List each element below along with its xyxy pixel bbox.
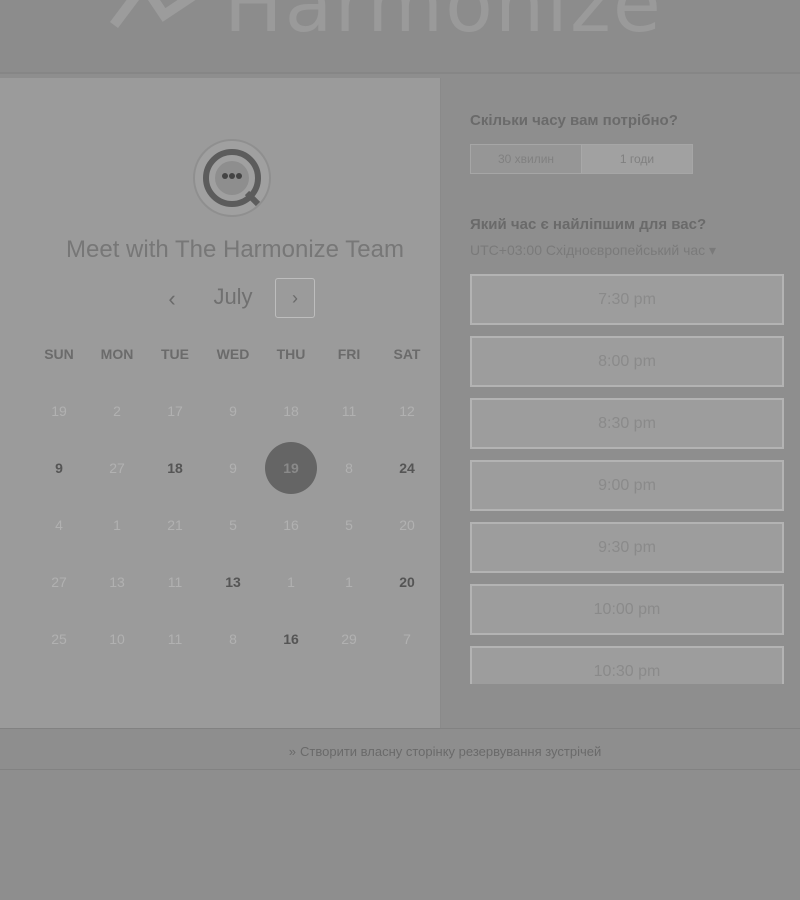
harmonize-logo-icon: [104, 0, 204, 35]
create-booking-page-link[interactable]: » Створити власну сторінку резервування з…: [0, 744, 800, 759]
calendar-day: 2: [113, 402, 121, 419]
duration-selector: 30 хвилин 1 годи: [470, 144, 693, 174]
calendar-day: 21: [167, 516, 183, 533]
weekday-label: TUE: [161, 346, 189, 362]
calendar-day: 10: [109, 630, 125, 647]
weekday-label: SUN: [44, 346, 74, 362]
calendar-day[interactable]: 18: [146, 439, 204, 496]
calendar-day: 9: [229, 459, 237, 476]
calendar-day: 20: [399, 516, 415, 533]
calendar-day: 25: [51, 630, 67, 647]
calendar-day: 11: [167, 573, 183, 590]
calendar-day: 29: [341, 630, 357, 647]
calendar-day: 16: [283, 516, 299, 533]
selected-day-number: 19: [265, 441, 317, 494]
timezone-dropdown[interactable]: UTC+03:00 Східноєвропейський час ▾: [470, 242, 716, 259]
brand[interactable]: Harmonize: [104, 0, 663, 44]
brand-name: Harmonize: [224, 0, 663, 50]
time-slot-button[interactable]: 10:30 pm: [470, 646, 784, 684]
calendar-day: 12: [399, 402, 415, 419]
calendar-day: 17: [167, 402, 183, 419]
duration-option[interactable]: 1 годи: [581, 145, 692, 173]
current-month-label: July: [213, 284, 253, 309]
calendar-day: 11: [341, 402, 357, 419]
weekday-label: FRI: [337, 346, 361, 362]
calendar-day: 27: [51, 573, 67, 590]
calendar-day-selected[interactable]: 19: [262, 439, 320, 496]
calendar-day: 8: [345, 459, 353, 476]
calendar-day: 27: [109, 459, 125, 476]
calendar-day: 1: [345, 573, 353, 590]
weekday-label: SAT: [393, 346, 421, 362]
time-slot-button[interactable]: 8:00 pm: [470, 336, 784, 387]
calendar-day: 9: [229, 402, 237, 419]
weekday-header: SUN MON TUE WED THU FRI SAT: [30, 346, 436, 368]
calendar-day: 8: [229, 630, 237, 647]
time-slot-button[interactable]: 9:00 pm: [470, 460, 784, 511]
calendar-day[interactable]: 16: [262, 610, 320, 667]
weekday-label: THU: [276, 346, 306, 362]
weekday-label: WED: [216, 346, 250, 362]
team-avatar: [192, 138, 272, 218]
calendar-days: 19 2 17 9 18 11 12 9 27 18 9 19 8 24 4 1 21 5 16 5 20 27 13 11 1…: [30, 382, 436, 667]
calendar-day: 1: [287, 573, 295, 590]
calendar-day[interactable]: 9: [30, 439, 88, 496]
next-month-button[interactable]: ›: [275, 278, 315, 318]
calendar-link-icon: »: [288, 744, 296, 759]
duration-question: Скільки часу вам потрібно?: [470, 112, 678, 129]
create-booking-page-label: Створити власну сторінку резервування зу…: [300, 744, 602, 759]
calendar-day: 5: [229, 516, 237, 533]
time-slot-button[interactable]: 7:30 pm: [470, 274, 784, 325]
time-slot-list[interactable]: 7:30 pm 8:00 pm 8:30 pm 9:00 pm 9:30 pm 10:00…: [470, 274, 800, 684]
previous-month-button[interactable]: ‹: [160, 282, 184, 316]
weekday-label: MON: [100, 346, 134, 362]
calendar-day: 5: [345, 516, 353, 533]
time-question: Який час є найліпшим для вас?: [470, 216, 707, 233]
calendar-day[interactable]: 13: [204, 553, 262, 610]
calendar-day: 11: [167, 630, 183, 647]
meeting-title: Meet with The Harmonize Team: [66, 236, 404, 263]
calendar-day: 4: [55, 516, 63, 533]
time-slot-button[interactable]: 8:30 pm: [470, 398, 784, 449]
booking-panel: Скільки часу вам потрібно? 30 хвилин 1 го…: [440, 78, 800, 728]
calendar-day: 7: [403, 630, 411, 647]
time-slot-button[interactable]: 9:30 pm: [470, 522, 784, 573]
calendar-day[interactable]: 20: [378, 553, 436, 610]
calendar-day[interactable]: 24: [378, 439, 436, 496]
time-slot-button[interactable]: 10:00 pm: [470, 584, 784, 635]
calendar-day: 13: [109, 573, 125, 590]
duration-option[interactable]: 30 хвилин: [471, 145, 581, 173]
calendar-day: 1: [113, 516, 121, 533]
calendar-day: 19: [51, 402, 67, 419]
month-navigation: ‹ July ›: [0, 278, 470, 320]
calendar: SUN MON TUE WED THU FRI SAT 19 2 17 9 18 11 12 9 27 18 9…: [30, 346, 436, 667]
top-header: Harmonize: [0, 0, 800, 74]
calendar-day: 18: [283, 402, 299, 419]
